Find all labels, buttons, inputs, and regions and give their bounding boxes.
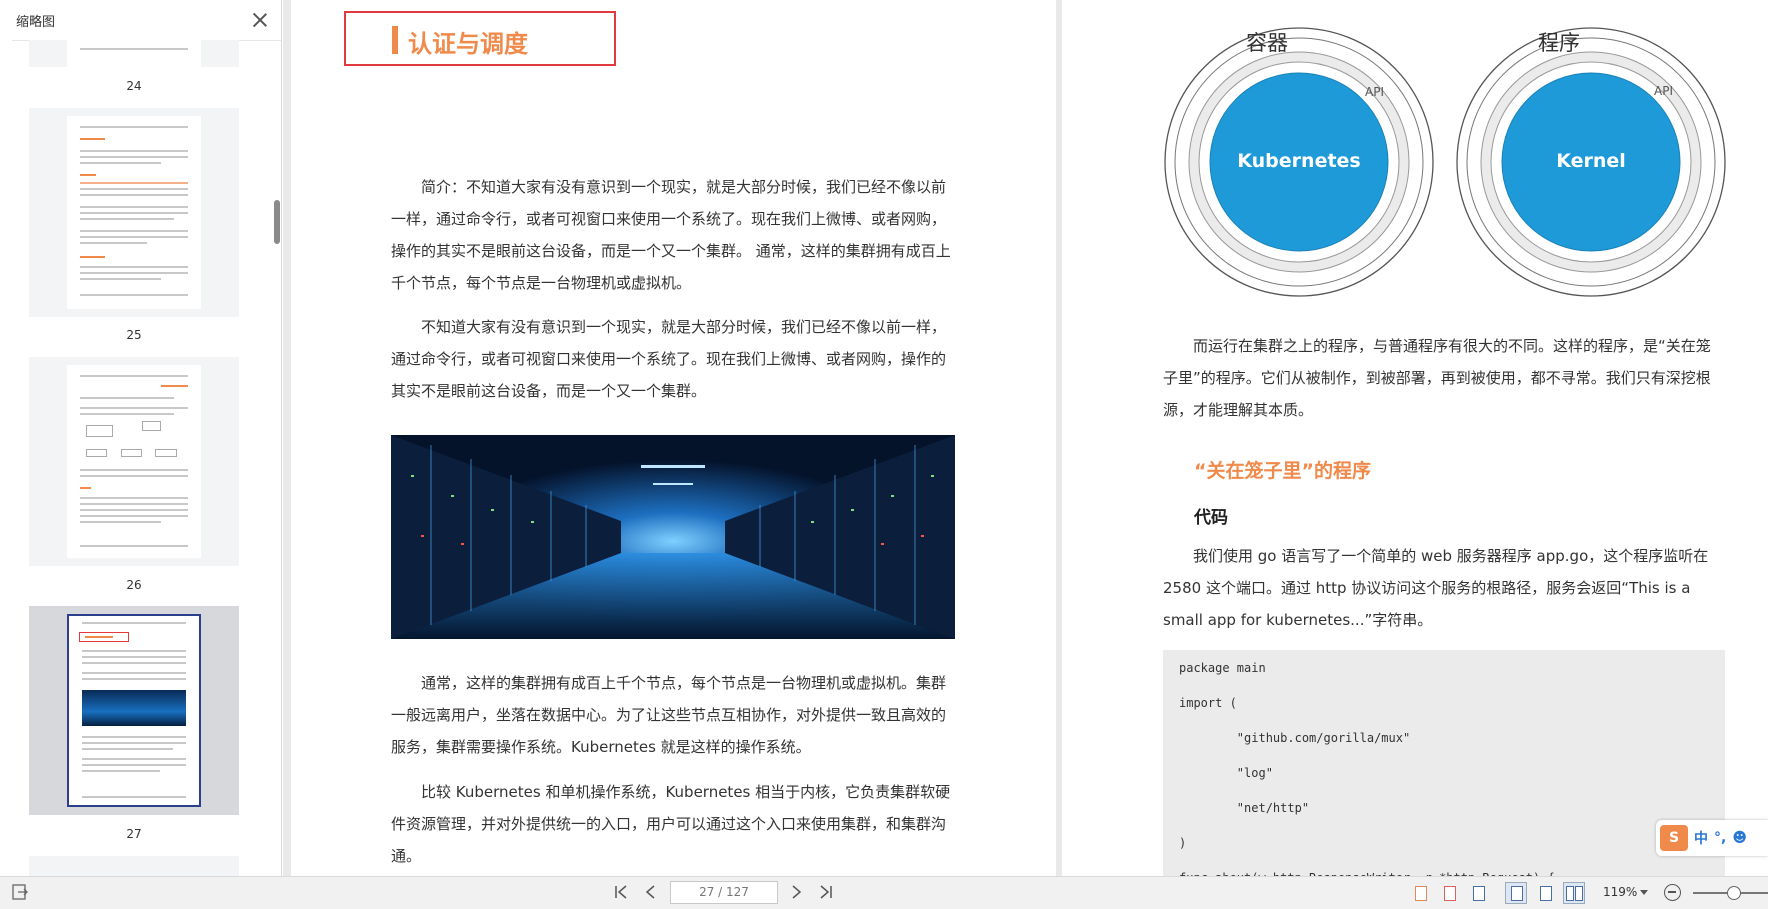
- two-page-view-icon[interactable]: [1563, 882, 1585, 904]
- last-page-icon[interactable]: [816, 883, 836, 903]
- container-diagram: 容器 API Kubernetes: [1162, 22, 1436, 298]
- first-page-icon[interactable]: [611, 883, 631, 903]
- paragraph: 简介：不知道大家有没有意识到一个现实，就是大部分时候，我们已经不像以前一样，通过…: [391, 178, 951, 292]
- page-number-input[interactable]: 27 / 127: [670, 881, 778, 904]
- code-line: func about(w http.ResponseWriter, r *htt…: [1179, 864, 1709, 876]
- program-diagram: 程序 API Kernel: [1454, 22, 1728, 298]
- code-line: "github.com/gorilla/mux": [1179, 731, 1411, 745]
- continuous-view-icon[interactable]: [1505, 882, 1527, 904]
- single-page-view-icon[interactable]: [1409, 882, 1431, 904]
- thumbnail-page-28[interactable]: [29, 856, 239, 876]
- thumbnail-preview: [67, 116, 201, 309]
- sidebar-scrollbar-thumb[interactable]: [274, 200, 280, 244]
- thumbnail-page-26[interactable]: [29, 357, 239, 566]
- fit-page-icon[interactable]: [1438, 882, 1460, 904]
- code-line: "log": [1179, 766, 1273, 780]
- diagram-label: 容器: [1246, 31, 1288, 55]
- paragraph: 比较 Kubernetes 和单机操作系统，Kubernetes 相当于内核，它…: [391, 783, 951, 865]
- section-title: “关在笼子里”的程序: [1194, 460, 1371, 482]
- thumbnail-page-24[interactable]: [29, 40, 239, 67]
- thumbnail-page-25[interactable]: [29, 108, 239, 317]
- page-28: 容器 API Kubernetes 程序 API Kernel 而运行在集群之上…: [1062, 0, 1768, 876]
- chapter-title: 认证与调度: [408, 30, 528, 58]
- code-line: ): [1179, 836, 1187, 850]
- ime-emoji-icon[interactable]: ☻: [1732, 830, 1747, 846]
- zoom-out-icon[interactable]: [1664, 884, 1681, 901]
- ime-logo-icon[interactable]: S: [1660, 825, 1688, 851]
- status-bar: 27 / 127 119%: [0, 876, 1768, 909]
- close-icon[interactable]: [251, 11, 269, 29]
- diagram-label: 程序: [1538, 31, 1580, 55]
- page-27: 认证与调度 简介：不知道大家有没有意识到一个现实，就是大部分时候，我们已经不像以…: [291, 0, 1056, 876]
- server-room-image: [391, 435, 955, 639]
- ime-mode-toggle[interactable]: 中: [1694, 828, 1708, 848]
- code-block: package main import ( "github.com/gorill…: [1163, 650, 1725, 876]
- single-page-mode-icon[interactable]: [1534, 882, 1556, 904]
- thumbnail-preview: [67, 40, 201, 67]
- zoom-slider-thumb[interactable]: [1727, 886, 1742, 900]
- thumbnail-page-number: 24: [126, 79, 142, 93]
- thumbnail-page-number: 27: [126, 827, 142, 841]
- thumbnail-page-number: 26: [126, 578, 142, 592]
- document-viewer: 认证与调度 简介：不知道大家有没有意识到一个现实，就是大部分时候，我们已经不像以…: [283, 0, 1768, 876]
- ime-toolbar[interactable]: S 中 °, ☻: [1656, 820, 1768, 856]
- code-line: package main: [1179, 661, 1266, 675]
- zoom-dropdown-icon[interactable]: [1640, 890, 1648, 895]
- paragraph: 而运行在集群之上的程序，与普通程序有很大的不同。这样的程序，是“关在笼子里”的程…: [1163, 337, 1711, 419]
- fit-width-icon[interactable]: [1467, 882, 1489, 904]
- thumbnail-page-number: 25: [126, 328, 142, 342]
- chapter-marker: [392, 26, 398, 54]
- export-icon[interactable]: [10, 883, 30, 903]
- paragraph: 通常，这样的集群拥有成百上千个节点，每个节点是一台物理机或虚拟机。集群一般远离用…: [391, 674, 947, 756]
- ime-punctuation-toggle[interactable]: °,: [1714, 830, 1726, 846]
- thumbnail-sidebar: 缩略图 24 25 26 27: [0, 0, 282, 876]
- code-line: import (: [1179, 696, 1237, 710]
- sidebar-title: 缩略图: [16, 14, 56, 30]
- previous-page-icon[interactable]: [641, 883, 661, 903]
- diagram-core-label: Kubernetes: [1237, 150, 1361, 172]
- paragraph: 不知道大家有没有意识到一个现实，就是大部分时候，我们已经不像以前一样，通过命令行…: [391, 318, 947, 400]
- api-label: API: [1365, 85, 1384, 99]
- thumbnail-page-27[interactable]: [29, 606, 239, 815]
- paragraph: 我们使用 go 语言写了一个简单的 web 服务器程序 app.go，这个程序监…: [1163, 547, 1709, 629]
- api-label: API: [1654, 84, 1673, 98]
- next-page-icon[interactable]: [786, 883, 806, 903]
- sub-title: 代码: [1194, 508, 1228, 528]
- thumbnail-preview: [67, 365, 201, 558]
- diagram-core-label: Kernel: [1556, 150, 1626, 172]
- thumbnail-preview: [67, 614, 201, 807]
- zoom-level[interactable]: 119%: [1603, 885, 1637, 899]
- sidebar-header: 缩略图: [0, 0, 281, 40]
- code-line: "net/http": [1179, 801, 1310, 815]
